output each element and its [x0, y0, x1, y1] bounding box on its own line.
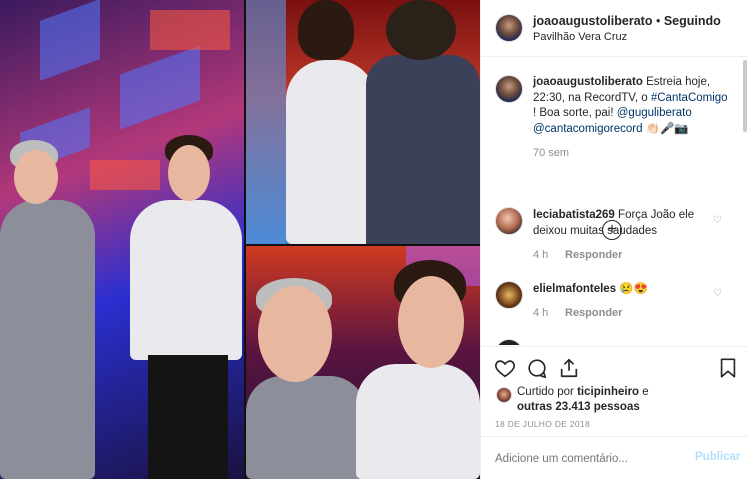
photo-tile-bottom-right [246, 246, 480, 479]
caption-line3: ! Boa sorte, pai! [533, 107, 614, 119]
comment-avatar[interactable] [495, 207, 523, 235]
comment-like-icon[interactable]: ♡ [713, 215, 722, 226]
comment-input[interactable] [493, 449, 677, 469]
caption-line2: 22:30, na RecordTV, o [533, 91, 648, 104]
follow-status[interactable]: Seguindo [664, 14, 721, 28]
caption-time: 70 sem [533, 147, 570, 159]
bookmark-icon[interactable] [717, 357, 739, 379]
caption: joaoaugustoliberato Estreia hoje, 22:30,… [533, 75, 741, 137]
post-header: joaoaugustoliberato • Seguindo Pavilhão … [481, 0, 748, 57]
comment-username[interactable]: leciabatista269 [533, 209, 615, 221]
comment-avatar[interactable] [495, 339, 523, 345]
post-side-panel: joaoaugustoliberato • Seguindo Pavilhão … [480, 0, 748, 479]
comment-icon[interactable] [526, 357, 548, 379]
add-comment-bar: Publicar [481, 436, 748, 480]
comments-area: joaoaugustoliberato Estreia hoje, 22:30,… [481, 57, 741, 345]
photo-tile-top-right [246, 0, 480, 244]
post-photo[interactable] [0, 0, 480, 479]
share-icon[interactable] [558, 357, 580, 379]
comment-avatar[interactable] [495, 281, 523, 309]
caption-emojis: 👏🏻🎤📷 [645, 122, 689, 135]
likes-count[interactable]: outras 23.413 pessoas [517, 401, 640, 413]
photo-tile-left [0, 0, 244, 479]
header-separator: • [655, 14, 661, 28]
author-avatar[interactable] [495, 14, 523, 42]
likes-summary: Curtido por ticipinheiro e outras 23.413… [517, 385, 649, 415]
caption-mention-1[interactable]: @guguliberato [617, 107, 692, 119]
comment-time: 4 h [533, 249, 549, 261]
location-link[interactable]: Pavilhão Vera Cruz [533, 31, 627, 43]
comment-like-icon[interactable]: ♡ [713, 288, 722, 299]
liked-by-label: Curtido por [517, 386, 574, 398]
comment-text: Força João ele [618, 209, 695, 221]
comment-text-cont: deixou muitas saudades [533, 224, 658, 237]
caption-username[interactable]: joaoaugustoliberato [533, 76, 643, 88]
caption-hashtag[interactable]: #CantaComigo [651, 92, 728, 104]
caption-line1: Estreia hoje, [646, 76, 711, 88]
liker-avatar[interactable] [496, 387, 512, 403]
heart-icon[interactable] [494, 357, 516, 379]
comment-text: 😢😍 [619, 283, 648, 295]
comment: leciabatista269 Força João ele deixou mu… [533, 208, 694, 239]
post-date: 18 DE JULHO DE 2018 [495, 419, 590, 429]
comment-time: 4 h [533, 307, 549, 319]
reply-button[interactable]: Responder [565, 307, 622, 319]
reply-button[interactable]: Responder [565, 249, 622, 261]
comments-scrollbar[interactable] [743, 60, 747, 132]
caption-avatar[interactable] [495, 75, 523, 103]
caption-mention-2[interactable]: @cantacomigorecord [533, 123, 642, 135]
publish-button[interactable]: Publicar [695, 451, 740, 463]
liked-by-and: e [642, 386, 649, 398]
liker-username[interactable]: ticipinheiro [577, 386, 639, 398]
comment: elielmafonteles 😢😍 [533, 281, 648, 295]
comment-username[interactable]: elielmafonteles [533, 283, 616, 295]
author-username[interactable]: joaoaugustoliberato [533, 14, 652, 28]
